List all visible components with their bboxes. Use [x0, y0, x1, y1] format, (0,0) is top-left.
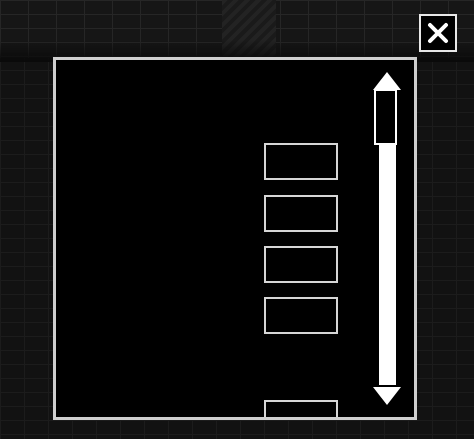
inventory-slot[interactable] [264, 297, 338, 334]
inventory-slot[interactable] [264, 195, 338, 232]
inventory-slot[interactable] [264, 246, 338, 283]
inventory-slot[interactable] [264, 400, 338, 417]
inventory-slot[interactable] [264, 143, 338, 180]
scrollbar-thumb[interactable] [374, 89, 397, 145]
close-button[interactable] [419, 14, 457, 52]
inventory-panel [53, 57, 417, 420]
close-icon [428, 23, 448, 43]
scroll-up-arrow-icon[interactable] [372, 71, 402, 91]
scroll-down-arrow-icon[interactable] [372, 386, 402, 406]
